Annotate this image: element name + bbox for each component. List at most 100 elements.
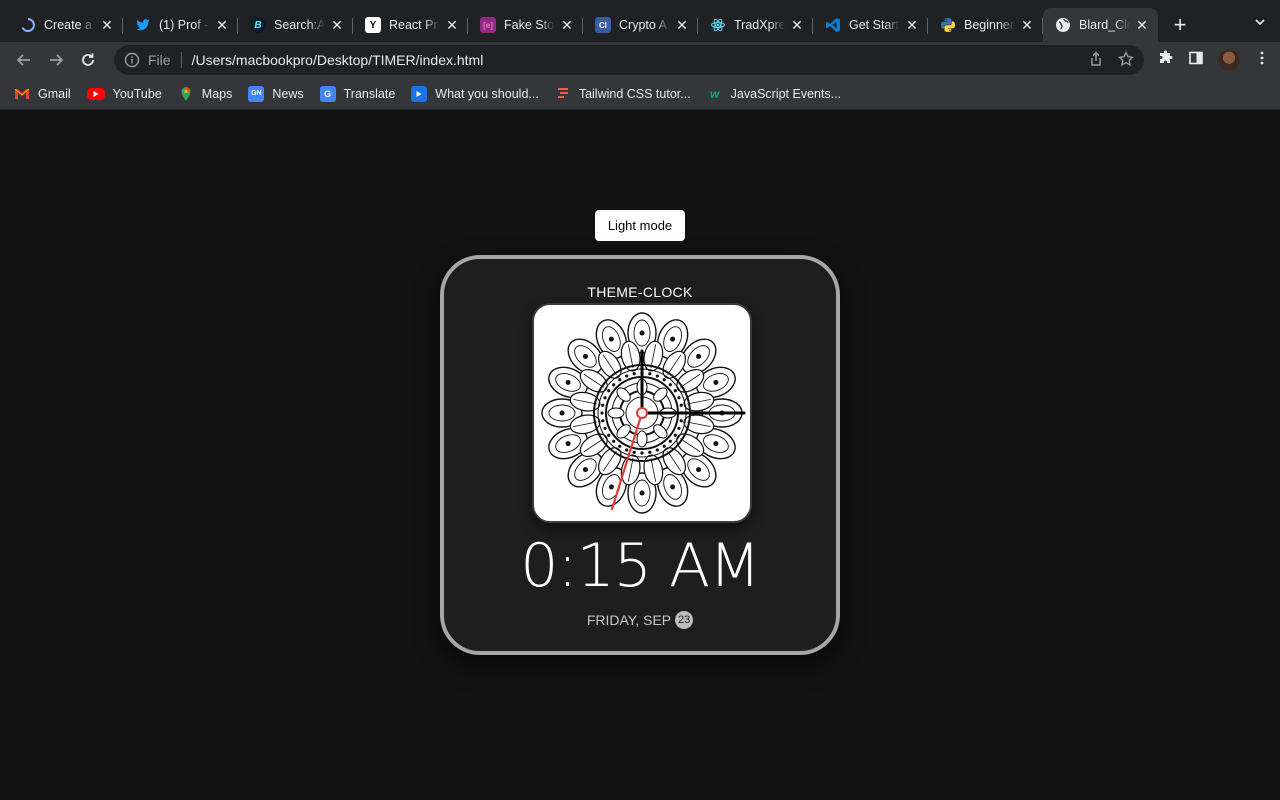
tab-tradxpress[interactable]: TradXpre ✕ xyxy=(698,8,813,42)
tab-create[interactable]: Create a ✕ xyxy=(8,8,123,42)
tab-getstarted[interactable]: Get Start ✕ xyxy=(813,8,928,42)
tailwind-icon xyxy=(555,86,571,102)
tab-beginner[interactable]: Beginner ✕ xyxy=(928,8,1043,42)
chevron-down-icon[interactable] xyxy=(1252,14,1268,30)
extensions-puzzle-icon[interactable] xyxy=(1158,50,1174,71)
close-icon[interactable]: ✕ xyxy=(214,17,230,33)
close-icon[interactable]: ✕ xyxy=(1134,17,1150,33)
tab-crypto[interactable]: Cl Crypto A ✕ xyxy=(583,8,698,42)
close-icon[interactable]: ✕ xyxy=(1019,17,1035,33)
translate-icon: G xyxy=(319,85,336,102)
close-icon[interactable]: ✕ xyxy=(904,17,920,33)
clock-face xyxy=(532,303,752,523)
share-icon[interactable] xyxy=(1088,51,1104,70)
tab-title: React Pr xyxy=(389,18,438,32)
url-text[interactable]: /Users/macbookpro/Desktop/TIMER/index.ht… xyxy=(192,52,1088,68)
bookmark-news[interactable]: GN News xyxy=(248,85,304,102)
tab-react[interactable]: Y React Pr ✕ xyxy=(353,8,468,42)
close-icon[interactable]: ✕ xyxy=(674,17,690,33)
new-tab-button[interactable]: + xyxy=(1166,11,1194,39)
bookmark-label: What you should... xyxy=(435,86,539,101)
bookmarks-bar: Gmail YouTube Maps GN News G Translate W… xyxy=(0,78,1280,110)
mandala-bead xyxy=(648,450,652,454)
date-display: FRIDAY, SEP 23 xyxy=(444,611,836,629)
close-icon[interactable]: ✕ xyxy=(99,17,115,33)
close-icon[interactable]: ✕ xyxy=(329,17,345,33)
mandala-dot xyxy=(639,330,645,336)
mandala-bead xyxy=(603,396,607,400)
bookmark-label: Translate xyxy=(343,86,396,101)
mandala-bead xyxy=(603,426,607,430)
mandala-bead xyxy=(677,426,681,430)
loading-spinner-icon xyxy=(20,17,36,33)
tab-twitter[interactable]: (1) Prof - ✕ xyxy=(123,8,238,42)
forward-arrow-icon[interactable] xyxy=(42,46,70,74)
bold-b-icon: B xyxy=(250,17,266,33)
mandala-bead xyxy=(673,433,677,437)
tab-title: (1) Prof - xyxy=(159,18,209,32)
twitter-bird-icon xyxy=(135,17,151,33)
kebab-menu-icon[interactable] xyxy=(1254,50,1270,71)
tab-title: Fake Sto xyxy=(504,18,555,32)
close-icon[interactable]: ✕ xyxy=(789,17,805,33)
mandala-bead xyxy=(640,451,644,455)
date-weekday-month: FRIDAY, SEP xyxy=(586,612,672,628)
close-icon[interactable]: ✕ xyxy=(559,17,575,33)
bookmark-label: YouTube xyxy=(112,86,162,101)
mandala-bead xyxy=(625,374,629,378)
info-icon xyxy=(124,52,140,68)
star-icon[interactable] xyxy=(1118,50,1134,70)
back-arrow-icon[interactable] xyxy=(10,46,38,74)
mandala-bead xyxy=(679,403,683,407)
tab-search[interactable]: B Search:A ✕ xyxy=(238,8,353,42)
tab-title: TradXpre xyxy=(734,18,785,32)
tab-title: Get Start xyxy=(849,18,900,32)
tab-title: Crypto A xyxy=(619,18,667,32)
vscode-icon xyxy=(825,17,841,33)
mandala-bead xyxy=(655,448,659,452)
address-bar[interactable]: File /Users/macbookpro/Desktop/TIMER/ind… xyxy=(114,45,1144,75)
bracket-e-icon: [e] xyxy=(480,17,496,33)
mandala-bead xyxy=(618,444,622,448)
mandala-image xyxy=(541,312,746,514)
center-pin xyxy=(636,407,648,419)
close-icon[interactable]: ✕ xyxy=(444,17,460,33)
site-info[interactable]: File xyxy=(124,52,171,68)
theme-toggle-button[interactable]: Light mode xyxy=(595,210,685,241)
bookmark-label: JavaScript Events... xyxy=(730,86,842,101)
video-play-icon xyxy=(411,85,428,102)
mandala-bead xyxy=(632,450,636,454)
mandala-bead xyxy=(662,378,666,382)
reload-icon[interactable] xyxy=(74,46,102,74)
mandala-bead xyxy=(648,372,652,376)
mandala-bead xyxy=(607,389,611,393)
avatar[interactable] xyxy=(1218,49,1240,71)
mandala-bead xyxy=(618,378,622,382)
tab-fakestore[interactable]: [e] Fake Sto ✕ xyxy=(468,8,583,42)
mandala-bead xyxy=(601,419,605,423)
bookmark-tailwind[interactable]: Tailwind CSS tutor... xyxy=(555,86,691,102)
bookmark-maps[interactable]: Maps xyxy=(178,86,232,102)
bookmark-javascript-events[interactable]: w JavaScript Events... xyxy=(707,86,841,102)
mandala-bead xyxy=(612,383,616,387)
bookmark-label: Tailwind CSS tutor... xyxy=(578,86,691,101)
divider xyxy=(180,52,182,68)
digital-time: 0:15 AM xyxy=(520,531,761,601)
mandala-bead xyxy=(655,374,659,378)
bookmark-what-you-should[interactable]: What you should... xyxy=(411,85,539,102)
mandala-inner-petal xyxy=(607,407,625,419)
y-letter-icon: Y xyxy=(365,17,381,33)
mandala-bead xyxy=(679,419,683,423)
tab-blard-clock[interactable]: Blard_Clo ✕ xyxy=(1043,8,1158,42)
mandala-dot xyxy=(639,490,645,496)
mandala-inner-petal xyxy=(636,430,648,448)
mandala-bead xyxy=(632,372,636,376)
mandala-dot xyxy=(559,410,565,416)
tab-strip: Create a ✕ (1) Prof - ✕ B Search:A ✕ Y R… xyxy=(0,0,1280,42)
bookmark-youtube[interactable]: YouTube xyxy=(86,86,162,101)
side-panel-icon[interactable] xyxy=(1188,50,1204,71)
mandala-bead xyxy=(662,444,666,448)
scheme-label: File xyxy=(148,52,171,68)
bookmark-gmail[interactable]: Gmail xyxy=(14,86,71,102)
bookmark-translate[interactable]: G Translate xyxy=(319,85,396,102)
